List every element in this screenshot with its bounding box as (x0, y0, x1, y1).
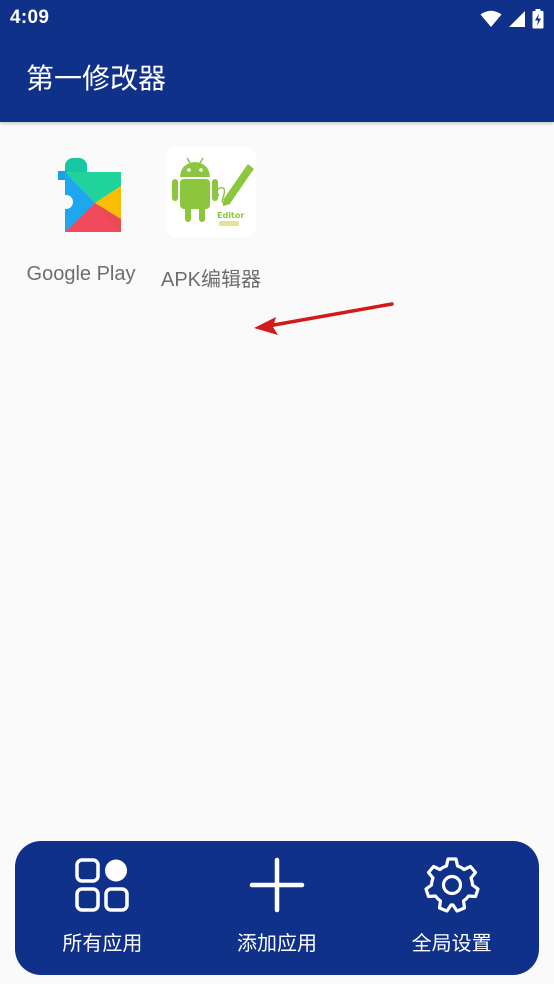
nav-add-app-button[interactable]: 添加应用 (202, 853, 352, 963)
plus-icon (247, 855, 307, 915)
nav-global-settings-button[interactable]: 全局设置 (377, 853, 527, 963)
bottom-nav: 所有应用 添加应用 全局设置 (15, 841, 539, 975)
app-tile-apk-editor[interactable]: Editor APK编辑器 (149, 146, 273, 292)
nav-label: 添加应用 (236, 931, 317, 955)
status-icons (480, 8, 544, 30)
signal-icon (509, 11, 525, 27)
app-title: 第一修改器 (26, 62, 167, 95)
app-tile-google-play[interactable]: Google Play (19, 146, 143, 286)
app-label: Google Play (26, 263, 136, 285)
google-play-services-icon (35, 146, 127, 238)
app-bar: 第一修改器 (0, 38, 554, 122)
nav-label: 所有应用 (62, 931, 143, 955)
nav-label: 全局设置 (411, 931, 492, 955)
battery-charging-icon (532, 9, 544, 29)
apk-editor-icon: Editor (165, 146, 257, 238)
status-time: 4:09 (10, 7, 50, 28)
annotation-arrow-icon (254, 302, 394, 335)
grid-apps-icon (72, 855, 132, 915)
apk-editor-icon-text: Editor (217, 211, 244, 220)
app-label: APK编辑器 (160, 269, 262, 291)
wifi-icon (480, 10, 502, 27)
nav-all-apps-button[interactable]: 所有应用 (27, 853, 177, 963)
gear-icon (422, 855, 482, 915)
status-bar: 4:09 (0, 0, 554, 38)
